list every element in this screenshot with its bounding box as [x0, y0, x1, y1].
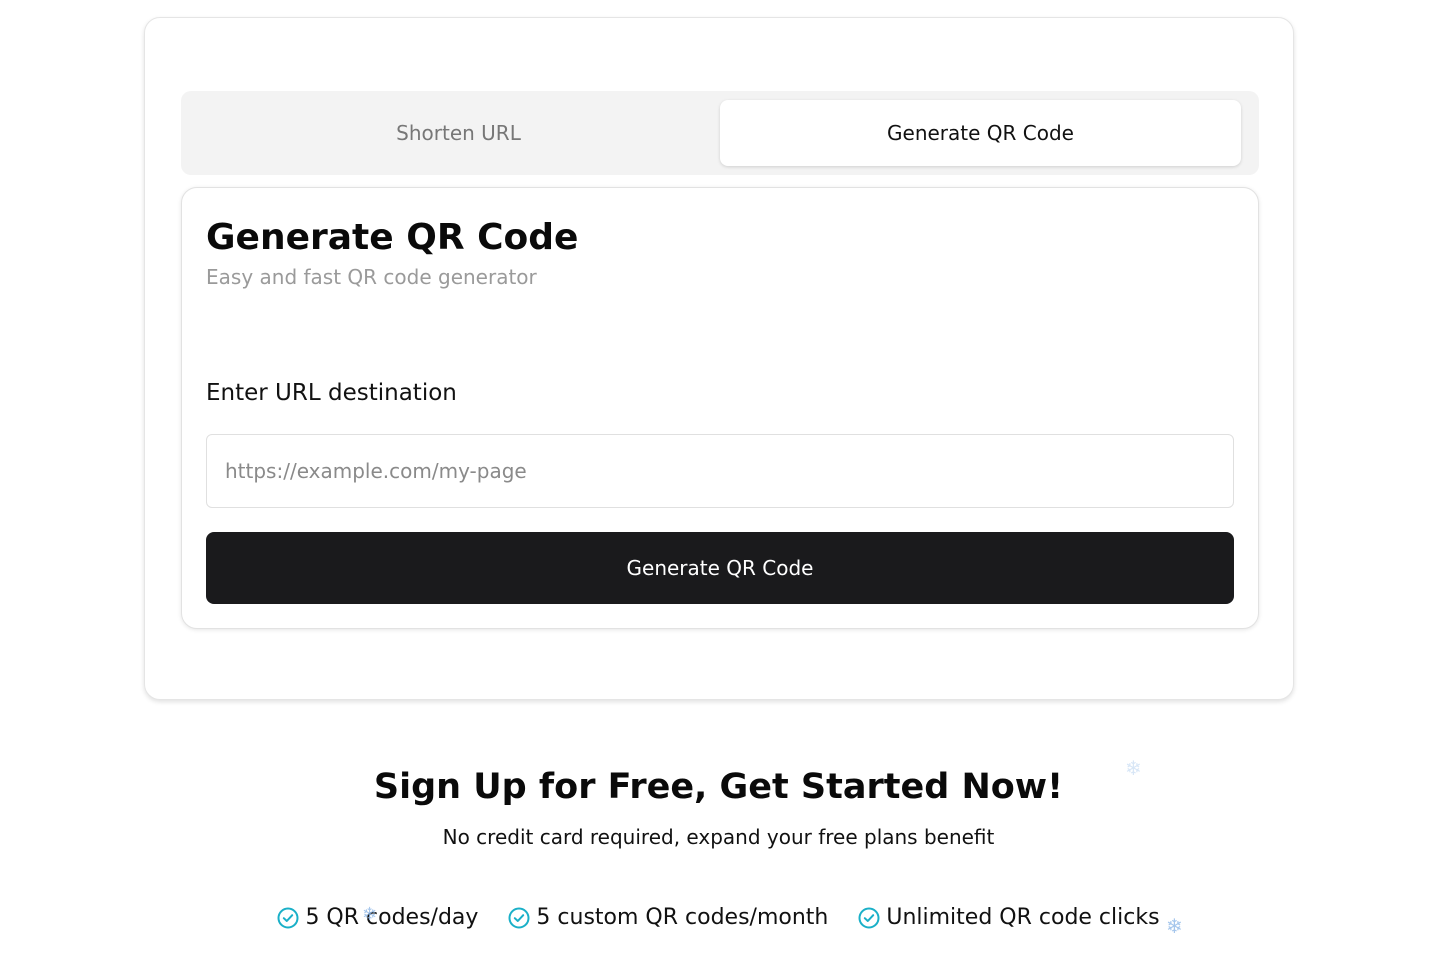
- snowflake-icon: ❄: [1125, 756, 1142, 780]
- form-title: Generate QR Code: [206, 217, 579, 258]
- benefit-label: 5 custom QR codes/month: [536, 905, 829, 930]
- benefit-label: Unlimited QR code clicks: [886, 905, 1160, 930]
- signup-subtitle: No credit card required, expand your fre…: [442, 825, 995, 849]
- check-circle-icon: [858, 907, 880, 929]
- tab-generate-qr-code[interactable]: Generate QR Code: [720, 100, 1241, 166]
- benefits-list: 5 QR codes/day 5 custom QR codes/month U…: [0, 902, 1437, 934]
- signup-title: Sign Up for Free, Get Started Now!: [373, 767, 1064, 807]
- url-destination-label: Enter URL destination: [206, 380, 457, 406]
- mode-tabs: Shorten URL Generate QR Code: [181, 91, 1259, 175]
- benefit-item: 5 QR codes/day: [277, 902, 478, 934]
- snowflake-icon: ❄: [362, 904, 378, 925]
- tab-shorten-url[interactable]: Shorten URL: [198, 100, 719, 166]
- form-subtitle: Easy and fast QR code generator: [206, 265, 537, 289]
- benefit-label: 5 QR codes/day: [305, 905, 479, 930]
- qr-generator-card: Shorten URL Generate QR Code Generate QR…: [144, 17, 1294, 700]
- check-circle-icon: [508, 907, 530, 929]
- generate-qr-form: Generate QR Code Easy and fast QR code g…: [181, 187, 1259, 629]
- check-circle-icon: [277, 907, 299, 929]
- snowflake-icon: ❄: [1166, 914, 1183, 938]
- generate-qr-code-button[interactable]: Generate QR Code: [206, 532, 1234, 604]
- benefit-item: Unlimited QR code clicks: [858, 902, 1160, 934]
- url-destination-input[interactable]: [206, 434, 1234, 508]
- benefit-item: 5 custom QR codes/month: [508, 902, 828, 934]
